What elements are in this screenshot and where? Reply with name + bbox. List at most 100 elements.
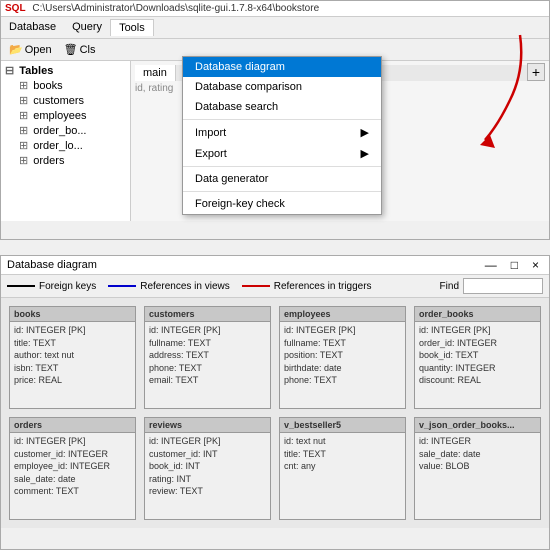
field-row: employee_id: INTEGER xyxy=(14,460,131,473)
table-header-reviews: reviews xyxy=(145,418,270,433)
menu-item-search[interactable]: Database search xyxy=(183,97,381,117)
menu-query[interactable]: Query xyxy=(64,19,110,36)
field-row: address: TEXT xyxy=(149,349,266,362)
table-body-employees: id: INTEGER [PK] fullname: TEXT position… xyxy=(280,322,405,389)
field-row: id: INTEGER [PK] xyxy=(149,324,266,337)
expand-icon: ⊟ xyxy=(5,65,14,77)
legend-line-blue xyxy=(108,285,136,287)
field-row: sale_date: date xyxy=(14,473,131,486)
field-row: customer_id: INTEGER xyxy=(14,448,131,461)
sql-icon: SQL xyxy=(5,3,26,14)
legend-refs-views: References in views xyxy=(108,281,229,292)
field-row: id: INTEGER [PK] xyxy=(149,435,266,448)
legend-refs-triggers: References in triggers xyxy=(242,281,372,292)
field-row: order_id: INTEGER xyxy=(419,337,536,350)
field-row: title: TEXT xyxy=(14,337,131,350)
tree-item-books[interactable]: ⊞ books xyxy=(3,78,128,93)
table-header-v-bestseller5: v_bestseller5 xyxy=(280,418,405,433)
field-row: book_id: INT xyxy=(149,460,266,473)
legend-line-red xyxy=(242,285,270,287)
menu-item-generator[interactable]: Data generator xyxy=(183,169,381,189)
table-card-reviews[interactable]: reviews id: INTEGER [PK] customer_id: IN… xyxy=(144,417,271,520)
table-body-orders: id: INTEGER [PK] customer_id: INTEGER em… xyxy=(10,433,135,500)
field-row: email: TEXT xyxy=(149,374,266,387)
field-row: id: INTEGER [PK] xyxy=(14,435,131,448)
tab-main[interactable]: main xyxy=(135,65,176,81)
window-title: C:\Users\Administrator\Downloads\sqlite-… xyxy=(32,3,319,14)
field-row: value: BLOB xyxy=(419,460,536,473)
maximize-button[interactable]: □ xyxy=(507,258,522,272)
left-panel: ⊟ Tables ⊞ books ⊞ customers ⊞ employees… xyxy=(1,61,131,221)
field-row: comment: TEXT xyxy=(14,485,131,498)
table-icon: ⊞ xyxy=(19,125,28,137)
table-card-order-books[interactable]: order_books id: INTEGER [PK] order_id: I… xyxy=(414,306,541,409)
field-row: phone: TEXT xyxy=(149,362,266,375)
field-row: id: INTEGER [PK] xyxy=(14,324,131,337)
title-bar: SQL C:\Users\Administrator\Downloads\sql… xyxy=(1,1,549,17)
table-header-v-json-order-books: v_json_order_books... xyxy=(415,418,540,433)
table-card-v-bestseller5[interactable]: v_bestseller5 id: text nut title: TEXT c… xyxy=(279,417,406,520)
table-body-v-json-order-books: id: INTEGER sale_date: date value: BLOB xyxy=(415,433,540,475)
table-icon: ⊞ xyxy=(19,80,28,92)
tree-item-order-logs[interactable]: ⊞ order_lo... xyxy=(3,138,128,153)
close-button[interactable]: × xyxy=(528,258,543,272)
field-row: position: TEXT xyxy=(284,349,401,362)
field-row: id: INTEGER [PK] xyxy=(419,324,536,337)
table-icon: ⊞ xyxy=(19,110,28,122)
menu-database[interactable]: Database xyxy=(1,19,64,36)
field-row: id: INTEGER xyxy=(419,435,536,448)
field-row: review: TEXT xyxy=(149,485,266,498)
table-card-books[interactable]: books id: INTEGER [PK] title: TEXT autho… xyxy=(9,306,136,409)
menu-item-diagram[interactable]: Database diagram xyxy=(183,57,381,77)
tools-dropdown: Database diagram Database comparison Dat… xyxy=(182,56,382,215)
table-header-customers: customers xyxy=(145,307,270,322)
tree-item-employees[interactable]: ⊞ employees xyxy=(3,108,128,123)
tree-header: ⊟ Tables xyxy=(3,63,128,78)
table-card-orders[interactable]: orders id: INTEGER [PK] customer_id: INT… xyxy=(9,417,136,520)
find-input[interactable] xyxy=(463,278,543,294)
menu-item-export[interactable]: Export ▶ xyxy=(183,143,381,164)
menu-item-comparison[interactable]: Database comparison xyxy=(183,77,381,97)
table-header-order-books: order_books xyxy=(415,307,540,322)
table-card-v-json-order-books[interactable]: v_json_order_books... id: INTEGER sale_d… xyxy=(414,417,541,520)
diagram-canvas: books id: INTEGER [PK] title: TEXT autho… xyxy=(1,298,549,528)
menu-tools[interactable]: Tools xyxy=(110,19,154,36)
folder-icon: 📂 xyxy=(9,43,23,56)
table-body-v-bestseller5: id: text nut title: TEXT cnt: any xyxy=(280,433,405,475)
table-header-employees: employees xyxy=(280,307,405,322)
tree-item-orders[interactable]: ⊞ orders xyxy=(3,153,128,168)
tree-item-order-books[interactable]: ⊞ order_bo... xyxy=(3,123,128,138)
diagram-title: Database diagram xyxy=(7,259,97,271)
table-body-order-books: id: INTEGER [PK] order_id: INTEGER book_… xyxy=(415,322,540,389)
table-body-reviews: id: INTEGER [PK] customer_id: INT book_i… xyxy=(145,433,270,500)
field-row: cnt: any xyxy=(284,460,401,473)
table-card-customers[interactable]: customers id: INTEGER [PK] fullname: TEX… xyxy=(144,306,271,409)
tree-item-customers[interactable]: ⊞ customers xyxy=(3,93,128,108)
menu-item-fk-check[interactable]: Foreign-key check xyxy=(183,194,381,214)
add-tab-button[interactable]: + xyxy=(527,63,545,81)
submenu-arrow-export: ▶ xyxy=(361,147,369,160)
diagram-window: Database diagram — □ × Foreign keys Refe… xyxy=(0,255,550,550)
table-body-books: id: INTEGER [PK] title: TEXT author: tex… xyxy=(10,322,135,389)
submenu-arrow-import: ▶ xyxy=(361,126,369,139)
table-icon: ⊞ xyxy=(19,140,28,152)
table-icon: ⊞ xyxy=(19,95,28,107)
field-row: id: text nut xyxy=(284,435,401,448)
table-body-customers: id: INTEGER [PK] fullname: TEXT address:… xyxy=(145,322,270,389)
table-card-employees[interactable]: employees id: INTEGER [PK] fullname: TEX… xyxy=(279,306,406,409)
table-icon: ⊞ xyxy=(19,155,28,167)
field-row: price: REAL xyxy=(14,374,131,387)
field-row: book_id: TEXT xyxy=(419,349,536,362)
field-row: discount: REAL xyxy=(419,374,536,387)
cls-button[interactable]: 🗑 Cls xyxy=(60,41,100,58)
window-controls: — □ × xyxy=(481,258,543,272)
menu-bar: Database Query Tools xyxy=(1,17,549,39)
dropdown-sep-3 xyxy=(183,191,381,192)
legend-line-black xyxy=(7,285,35,287)
field-row: rating: INT xyxy=(149,473,266,486)
diagram-toolbar: Foreign keys References in views Referen… xyxy=(1,275,549,298)
minimize-button[interactable]: — xyxy=(481,258,501,272)
open-button[interactable]: 📂 Open xyxy=(5,41,56,58)
menu-item-import[interactable]: Import ▶ xyxy=(183,122,381,143)
table-header-orders: orders xyxy=(10,418,135,433)
